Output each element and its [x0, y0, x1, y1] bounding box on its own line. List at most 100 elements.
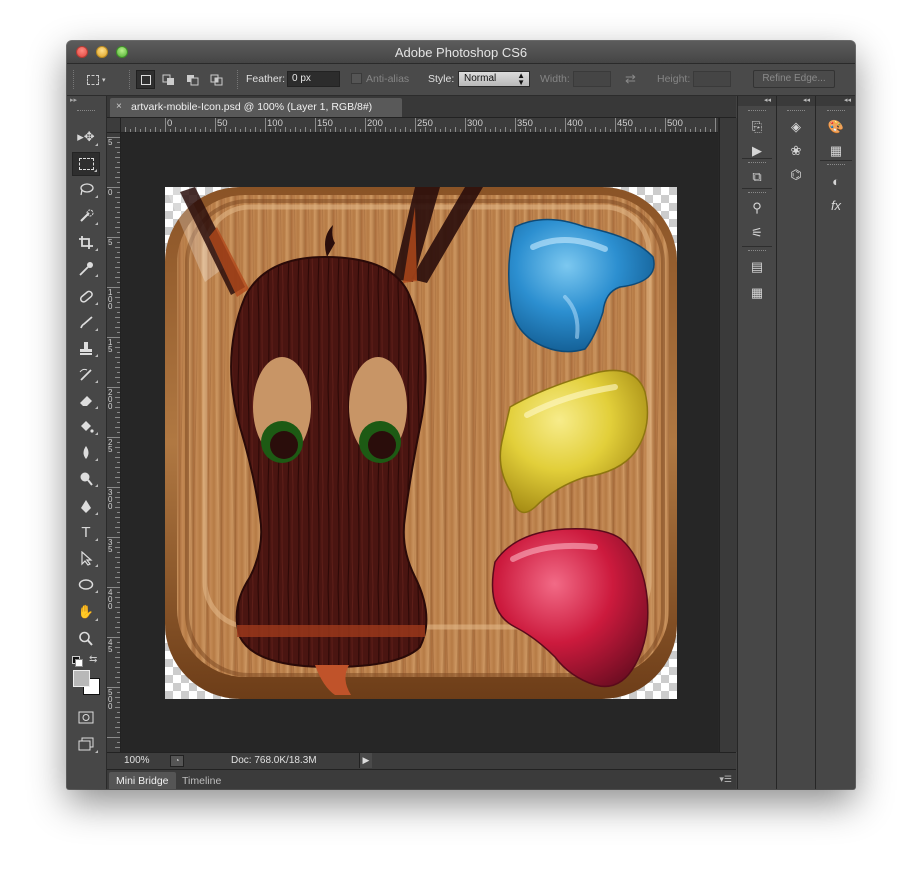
- subtract-selection-icon: [187, 74, 199, 85]
- tools-collapse-icon[interactable]: ▸▸: [67, 96, 106, 106]
- close-tab-icon[interactable]: ×: [116, 98, 122, 116]
- ruler-label: 0: [108, 188, 113, 197]
- eraser-tool[interactable]: [72, 388, 100, 412]
- color-icon[interactable]: 🎨: [825, 116, 847, 138]
- proof-setup-icon[interactable]: ◔: [170, 755, 184, 767]
- blur-icon: [83, 445, 89, 459]
- options-divider: [129, 70, 132, 89]
- vertical-scrollbar[interactable]: [719, 118, 737, 752]
- new-selection-button[interactable]: [136, 70, 155, 89]
- channels-icon[interactable]: ❀: [785, 140, 807, 162]
- ellipse-icon: [78, 578, 94, 590]
- foreground-color-swatch[interactable]: [73, 670, 90, 687]
- history-icon[interactable]: ⎘: [746, 116, 768, 138]
- photoshop-window: Adobe Photoshop CS6 ▾ Feather: 0 px Anti…: [67, 41, 855, 789]
- chevron-down-icon: ▾: [102, 76, 106, 84]
- tools-grip[interactable]: [77, 110, 95, 113]
- document-area: × artvark-mobile-Icon.psd @ 100% (Layer …: [107, 96, 737, 789]
- quick-mask-button[interactable]: [72, 705, 100, 729]
- horizontal-ruler[interactable]: 0 50 100 150 200 250 300 350 400 450 500: [121, 118, 718, 133]
- move-tool[interactable]: ▸✥: [72, 125, 100, 149]
- tab-mini-bridge[interactable]: Mini Bridge: [109, 772, 176, 789]
- layers-icon[interactable]: ◈: [785, 116, 807, 138]
- panel-menu-icon[interactable]: ▾☰: [719, 774, 732, 785]
- canvas-pasteboard[interactable]: [121, 133, 718, 752]
- vertical-ruler[interactable]: 5051 0 01 52 0 02 53 0 03 54 0 04 55 0 0: [107, 133, 121, 752]
- swap-dimensions-icon[interactable]: ⇄: [625, 71, 636, 87]
- path-select-icon: [81, 550, 93, 566]
- height-input[interactable]: [693, 71, 731, 87]
- dodge-tool[interactable]: [72, 466, 100, 490]
- style-label: Style:: [428, 73, 455, 85]
- zoom-tool[interactable]: [72, 626, 100, 650]
- document-tab[interactable]: × artvark-mobile-Icon.psd @ 100% (Layer …: [110, 98, 402, 117]
- intersect-selection-button[interactable]: [207, 70, 226, 89]
- bucket-tool[interactable]: [72, 414, 100, 438]
- options-bar-grip[interactable]: [73, 70, 76, 89]
- brush-icon: [80, 315, 93, 328]
- adjust-icon[interactable]: ⚟: [746, 222, 768, 244]
- marquee-tool[interactable]: [72, 152, 100, 176]
- swatches-icon[interactable]: ▦: [825, 140, 847, 162]
- style-select[interactable]: Normal ▲ ▼: [458, 71, 530, 87]
- style-select-value: Normal: [464, 73, 497, 84]
- hand-tool[interactable]: ✋: [72, 600, 100, 624]
- ruler-label: 2 5: [108, 438, 113, 454]
- paths-icon[interactable]: ⌬: [785, 164, 807, 186]
- styles-icon[interactable]: fx: [825, 194, 847, 216]
- tab-timeline[interactable]: Timeline: [175, 772, 228, 789]
- 3d-icon[interactable]: ⧉: [746, 166, 768, 188]
- history-brush-tool[interactable]: [72, 362, 100, 386]
- crop-icon: [79, 235, 93, 249]
- lasso-icon: [80, 183, 94, 196]
- brush-tool[interactable]: [72, 310, 100, 334]
- ruler-label: 3 5: [108, 538, 113, 554]
- feather-label: Feather:: [246, 73, 286, 85]
- adjustments-icon[interactable]: ◐: [825, 170, 847, 192]
- pen-icon: [81, 499, 91, 513]
- crop-tool[interactable]: [72, 230, 100, 254]
- collapse-dock-icon[interactable]: ◂◂: [777, 96, 815, 106]
- actions-play-icon[interactable]: ▶: [746, 140, 768, 162]
- screen-mode-button[interactable]: [72, 732, 100, 756]
- panel-dock-1: ◂◂ ⎘ ▶ ⧉ ⚲ ⚟ ▤ ▦: [737, 96, 776, 789]
- path-select-tool[interactable]: [72, 546, 100, 570]
- quick-mask-icon: [78, 711, 94, 723]
- ellipse-tool[interactable]: [72, 572, 100, 596]
- add-selection-icon: [162, 74, 174, 85]
- zoom-icon: [79, 631, 93, 646]
- stamp-tool[interactable]: [72, 336, 100, 360]
- lasso-tool[interactable]: [72, 177, 100, 201]
- width-input[interactable]: [573, 71, 611, 87]
- collapse-dock-icon[interactable]: ◂◂: [816, 96, 855, 106]
- subtract-from-selection-button[interactable]: [183, 70, 202, 89]
- eyedropper-tool[interactable]: [72, 256, 100, 280]
- brush-presets-icon[interactable]: ⚲: [746, 197, 768, 219]
- default-colors-icon[interactable]: [72, 656, 83, 667]
- blur-tool[interactable]: [72, 440, 100, 464]
- paragraph-icon[interactable]: ▦: [746, 282, 768, 304]
- healing-tool[interactable]: [72, 284, 100, 308]
- hand-icon: ✋: [77, 604, 95, 619]
- quick-select-tool[interactable]: [72, 204, 100, 228]
- status-menu-arrow-icon[interactable]: ▶: [359, 753, 372, 768]
- antialias-checkbox[interactable]: [351, 73, 362, 84]
- panel-dock-3: ◂◂ 🎨 ▦ ◐ fx: [815, 96, 855, 789]
- collapse-dock-icon[interactable]: ◂◂: [738, 96, 776, 106]
- tool-preset-picker[interactable]: ▾: [87, 70, 117, 89]
- feather-input[interactable]: 0 px: [287, 71, 340, 87]
- document-tab-bar: × artvark-mobile-Icon.psd @ 100% (Layer …: [107, 96, 736, 118]
- pen-tool[interactable]: [72, 494, 100, 518]
- ruler-label: 1 5: [108, 338, 113, 354]
- add-to-selection-button[interactable]: [159, 70, 178, 89]
- bucket-icon: [81, 420, 94, 433]
- ruler-label: 5: [108, 238, 113, 247]
- select-arrows-icon: ▲ ▼: [517, 71, 525, 87]
- ruler-origin[interactable]: [107, 118, 121, 133]
- notes-icon[interactable]: ▤: [746, 256, 768, 278]
- image-canvas[interactable]: [165, 187, 677, 699]
- zoom-level[interactable]: 100%: [124, 755, 150, 766]
- type-tool[interactable]: T: [72, 520, 100, 544]
- refine-edge-button[interactable]: Refine Edge...: [753, 70, 835, 88]
- swap-colors-icon[interactable]: ⇆: [89, 654, 97, 665]
